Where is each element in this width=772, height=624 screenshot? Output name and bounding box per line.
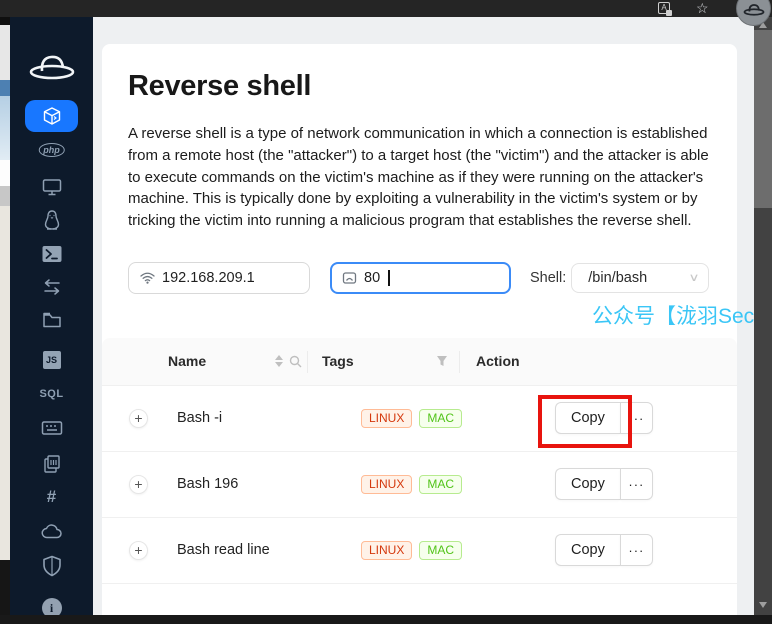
scrollbar-thumb[interactable] (754, 30, 772, 208)
bookmark-star-icon[interactable]: ☆ (696, 0, 709, 17)
sidebar-item-php[interactable]: php (38, 143, 65, 157)
table-row: + Bash read line LINUX MAC Copy ··· (102, 518, 737, 584)
page-scrollbar[interactable] (754, 17, 772, 615)
sidebar-item-security[interactable] (42, 555, 61, 577)
more-button[interactable]: ··· (620, 534, 653, 566)
app-screen: A ☆ php (0, 0, 772, 624)
main-panel: Reverse shell A reverse shell is a type … (93, 17, 754, 615)
copy-button[interactable]: Copy (555, 468, 620, 500)
chevron-down-icon: ∨ (689, 271, 700, 284)
cloud-icon (41, 523, 63, 540)
sidebar-item-powershell[interactable] (41, 244, 62, 264)
more-button[interactable]: ··· (620, 468, 653, 500)
shield-icon (42, 555, 61, 577)
sidebar-item-keyboard[interactable] (41, 419, 63, 437)
action-cell: Copy ··· (460, 386, 737, 451)
tag-mac: MAC (419, 541, 462, 560)
sidebar-item-javascript[interactable]: JS (43, 351, 61, 369)
sidebar-item-hashing[interactable]: # (47, 487, 56, 507)
shell-label: Shell: (530, 270, 566, 286)
browser-toolbar: A ☆ (0, 0, 772, 17)
folder-icon (42, 311, 62, 329)
search-icon[interactable] (289, 355, 302, 368)
sidebar-item-linux[interactable] (42, 209, 62, 231)
js-icon: JS (43, 351, 61, 369)
listener-settings: 192.168.209.1 80 Shell: /bin/bash ∨ (128, 262, 737, 294)
header-action: Action (460, 338, 737, 385)
shell-value: /bin/bash (588, 270, 647, 286)
header-tags-label: Tags (322, 353, 354, 369)
translate-icon[interactable]: A (658, 2, 670, 14)
powershell-icon (41, 244, 62, 264)
background-page-edge (0, 17, 10, 615)
wifi-icon (140, 272, 155, 284)
row-tags: LINUX MAC (308, 518, 460, 583)
copy-button[interactable]: Copy (555, 402, 620, 434)
tag-linux: LINUX (361, 475, 412, 494)
expand-row-button[interactable]: + (129, 475, 148, 494)
sidebar-item-cloud[interactable] (41, 523, 63, 540)
row-name: Bash 196 (160, 452, 308, 517)
header-name-label: Name (168, 353, 206, 369)
content-card: Reverse shell A reverse shell is a type … (102, 44, 737, 624)
description-text: A reverse shell is a type of network com… (128, 123, 722, 232)
ip-input[interactable]: 192.168.209.1 (128, 262, 310, 294)
hat-logo-icon (28, 50, 76, 82)
copy-button[interactable]: Copy (555, 534, 620, 566)
table-row: + Bash 196 LINUX MAC Copy ··· (102, 452, 737, 518)
table-header: Name Tags (102, 338, 737, 386)
action-cell: Copy ··· (460, 518, 737, 583)
keyboard-icon (41, 419, 63, 437)
row-tags: LINUX MAC (308, 452, 460, 517)
port-value: 80 (364, 270, 380, 286)
tag-mac: MAC (419, 475, 462, 494)
sidebar-item-transfer[interactable] (42, 278, 62, 296)
monitor-icon (41, 177, 62, 197)
bottom-edge-bar (0, 615, 772, 624)
row-name: Bash read line (160, 518, 308, 583)
transfer-arrows-icon (42, 278, 62, 296)
sidebar-item-reverse-shell[interactable] (25, 100, 78, 132)
cube-icon (42, 106, 62, 126)
hacktools-logo (28, 50, 76, 82)
sidebar-item-web[interactable] (41, 177, 62, 197)
header-name: Name (160, 338, 308, 385)
filter-icon[interactable] (436, 355, 448, 367)
ip-value: 192.168.209.1 (162, 270, 255, 286)
scroll-down-arrow[interactable] (759, 602, 767, 608)
shell-select[interactable]: /bin/bash ∨ (571, 263, 709, 293)
text-caret (388, 270, 390, 286)
port-input[interactable]: 80 (330, 262, 511, 294)
port-icon (342, 271, 357, 285)
page-title: Reverse shell (128, 70, 737, 103)
php-icon: php (38, 143, 65, 157)
row-name: Bash -i (160, 386, 308, 451)
sql-icon: SQL (39, 388, 63, 400)
shells-table: Name Tags (102, 338, 737, 584)
header-tags: Tags (308, 338, 460, 385)
tag-linux: LINUX (361, 409, 412, 428)
tag-linux: LINUX (361, 541, 412, 560)
header-action-label: Action (476, 353, 520, 369)
linux-penguin-icon (42, 209, 62, 231)
expand-row-button[interactable]: + (129, 409, 148, 428)
sidebar: php (10, 17, 93, 615)
row-tags: LINUX MAC (308, 386, 460, 451)
table-body: + Bash -i LINUX MAC Copy ··· + Bash 196 L… (102, 386, 737, 584)
expand-row-button[interactable]: + (129, 541, 148, 560)
sidebar-item-encoding[interactable] (42, 454, 62, 474)
action-cell: Copy ··· (460, 452, 737, 517)
sidebar-item-sql[interactable]: SQL (39, 388, 63, 400)
copy-documents-icon (42, 454, 62, 474)
sort-icon[interactable] (275, 355, 283, 367)
table-row: + Bash -i LINUX MAC Copy ··· (102, 386, 737, 452)
hash-icon: # (47, 487, 56, 507)
tag-mac: MAC (419, 409, 462, 428)
sidebar-item-files[interactable] (42, 311, 62, 329)
more-button[interactable]: ··· (620, 402, 653, 434)
hat-icon (743, 2, 765, 16)
header-expand (102, 338, 160, 385)
